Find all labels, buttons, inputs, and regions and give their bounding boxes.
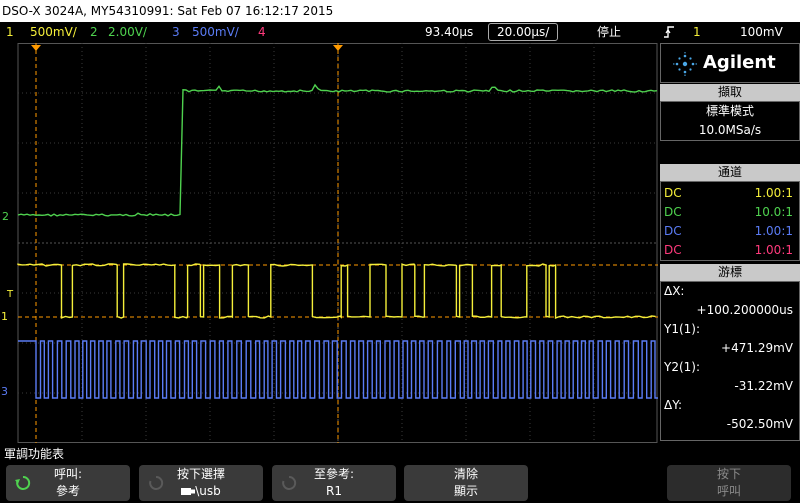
- side-panel: Agilent 擷取 標準模式 10.0MSa/s 通道 DC 1.00:1 D…: [660, 43, 800, 441]
- trigger-level-marker[interactable]: T: [6, 289, 14, 300]
- y2-value: -31.22mV: [734, 379, 793, 393]
- ch1-probe: 1.00:1: [754, 186, 793, 200]
- ch3-probe: 1.00:1: [754, 224, 793, 238]
- ch3-coupling: DC: [664, 224, 682, 238]
- run-state[interactable]: 停止: [597, 22, 621, 42]
- channel-row-2: DC 10.0:1: [661, 203, 799, 222]
- acquire-section[interactable]: 擷取 標準模式 10.0MSa/s: [660, 84, 800, 141]
- softkey-menu-title: 軍調功能表: [4, 447, 65, 461]
- channel-row-4: DC 1.00:1: [661, 241, 799, 260]
- timebase-box[interactable]: 20.00µs/: [488, 23, 559, 41]
- y2-label: Y2(1):: [664, 360, 701, 374]
- window-title: DSO-X 3024A, MY54310991: Sat Feb 07 16:1…: [0, 0, 800, 22]
- trigger-edge-icon: [663, 25, 675, 39]
- ch1-coupling: DC: [664, 186, 682, 200]
- ch1-scale[interactable]: 500mV/: [30, 22, 77, 42]
- usb-path: \usb: [195, 484, 221, 498]
- ch2-scale[interactable]: 2.00V/: [108, 22, 147, 42]
- channel-row-3: DC 1.00:1: [661, 222, 799, 241]
- channel-row-1: DC 1.00:1: [661, 184, 799, 203]
- y1-label: Y1(1):: [664, 322, 701, 336]
- clear-display-line1: 清除: [453, 467, 478, 481]
- ch4-coupling: DC: [664, 243, 682, 257]
- delta-x-value: +100.200000us: [696, 303, 793, 317]
- ch3-scale[interactable]: 500mV/: [192, 22, 239, 42]
- channels-header: 通道: [660, 164, 800, 181]
- status-bar: 1 500mV/ 2 2.00V/ 3 500mV/ 4 93.40µs 20.…: [0, 22, 800, 42]
- to-reference-value: R1: [326, 484, 342, 498]
- cursors-section[interactable]: 游標 ΔX: +100.200000us Y1(1): +471.29mV Y2…: [660, 264, 800, 441]
- press-to-recall-softkey[interactable]: 按下 呼叫: [667, 465, 791, 501]
- usb-drive-icon: [181, 488, 196, 495]
- press-to-select-softkey[interactable]: 按下選擇 \usb: [139, 465, 263, 501]
- clear-display-line2: 顯示: [453, 484, 478, 498]
- ch4-number[interactable]: 4: [258, 22, 266, 42]
- delta-y-value: -502.50mV: [726, 417, 793, 431]
- trigger-level[interactable]: 100mV: [740, 22, 783, 42]
- y1-value: +471.29mV: [721, 341, 793, 355]
- recall-type-label: 呼叫:: [53, 467, 83, 481]
- press-to-select-label: 按下選擇: [176, 467, 225, 481]
- acquire-mode: 標準模式: [705, 104, 754, 118]
- recall-type-softkey[interactable]: 呼叫: 參考: [6, 465, 130, 501]
- ch3-ground-marker[interactable]: 3: [1, 385, 8, 398]
- brand-block: Agilent: [660, 43, 800, 83]
- press-to-recall-line1: 按下: [716, 467, 741, 481]
- delta-y-label: ΔY:: [664, 398, 682, 412]
- to-reference-softkey[interactable]: 至參考: R1: [272, 465, 396, 501]
- recall-type-value: 參考: [55, 484, 80, 498]
- ch2-ground-marker[interactable]: 2: [2, 210, 9, 223]
- acquire-header: 擷取: [660, 84, 800, 101]
- ch3-number[interactable]: 3: [172, 22, 180, 42]
- ch4-probe: 1.00:1: [754, 243, 793, 257]
- usb-path-row: \usb: [139, 484, 263, 499]
- clear-display-softkey[interactable]: 清除 顯示: [404, 465, 528, 501]
- ch2-coupling: DC: [664, 205, 682, 219]
- ch2-probe: 10.0:1: [754, 205, 793, 219]
- delta-x-label: ΔX:: [664, 284, 685, 298]
- horizontal-delay[interactable]: 93.40µs: [425, 22, 473, 42]
- brand-name: Agilent: [703, 52, 776, 73]
- channels-section[interactable]: 通道 DC 1.00:1 DC 10.0:1 DC 1.00:1 DC 1.00…: [660, 164, 800, 261]
- sample-rate: 10.0MSa/s: [698, 123, 762, 137]
- ch1-number[interactable]: 1: [6, 22, 14, 42]
- press-to-recall-line2: 呼叫: [716, 484, 741, 498]
- trigger-source[interactable]: 1: [693, 22, 701, 42]
- agilent-spark-logo: [673, 52, 697, 76]
- ch2-number[interactable]: 2: [90, 22, 98, 42]
- cursors-header: 游標: [660, 264, 800, 281]
- waveform-display[interactable]: 2 1 3 T: [0, 43, 658, 443]
- to-reference-label: 至參考:: [313, 467, 355, 481]
- ch1-ground-marker[interactable]: 1: [1, 310, 8, 323]
